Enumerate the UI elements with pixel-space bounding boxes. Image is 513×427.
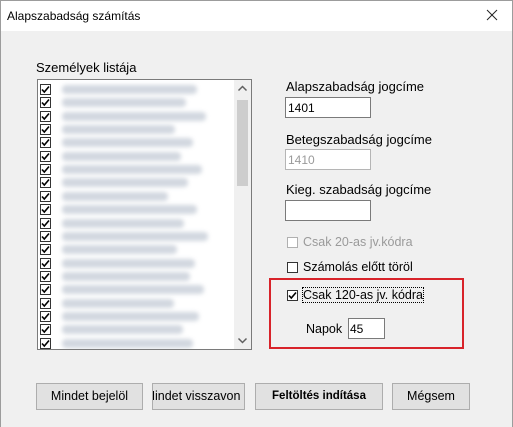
person-checkbox[interactable]	[40, 177, 51, 189]
sick-leave-code-label: Betegszabadság jogcíme	[286, 132, 432, 147]
base-leave-code-input[interactable]	[285, 97, 371, 118]
base-leave-code-label: Alapszabadság jogcíme	[286, 79, 425, 94]
list-item[interactable]	[38, 190, 234, 203]
person-name-obscured	[62, 218, 185, 228]
checkbox-box[interactable]	[287, 290, 298, 301]
persons-scrollbar[interactable]	[234, 80, 251, 349]
person-name-obscured	[62, 178, 188, 188]
list-item[interactable]	[38, 323, 234, 336]
person-name-obscured	[62, 125, 176, 135]
extra-leave-code-label: Kieg. szabadság jogcíme	[286, 182, 432, 197]
scroll-down-icon[interactable]	[234, 332, 251, 349]
person-name-obscured	[62, 205, 197, 215]
only-120-code-label: Csak 120-as jv. kódra	[302, 287, 424, 303]
title-bar: Alapszabadság számítás	[1, 1, 512, 31]
person-checkbox[interactable]	[40, 257, 51, 269]
person-checkbox[interactable]	[40, 190, 51, 202]
person-checkbox[interactable]	[40, 244, 51, 256]
person-name-obscured	[62, 138, 193, 148]
list-item[interactable]	[38, 123, 234, 136]
person-name-obscured	[62, 285, 205, 295]
person-checkbox[interactable]	[40, 337, 51, 349]
list-item[interactable]	[38, 96, 234, 109]
window-title: Alapszabadság számítás	[7, 9, 141, 23]
person-checkbox[interactable]	[40, 137, 51, 149]
person-name-obscured	[62, 111, 206, 121]
person-name-obscured	[62, 85, 197, 94]
person-checkbox[interactable]	[40, 204, 51, 216]
list-item[interactable]	[38, 270, 234, 283]
persons-list-label: Személyek listája	[36, 60, 137, 75]
person-checkbox[interactable]	[40, 150, 51, 162]
sick-leave-code-input	[285, 149, 371, 170]
person-checkbox[interactable]	[40, 97, 51, 109]
list-item[interactable]	[38, 297, 234, 310]
person-checkbox[interactable]	[40, 297, 51, 309]
person-name-obscured	[62, 311, 199, 321]
person-checkbox[interactable]	[40, 164, 51, 176]
persons-listbox[interactable]	[37, 79, 252, 350]
person-name-obscured	[62, 325, 183, 335]
person-name-obscured	[62, 258, 196, 268]
person-name-obscured	[62, 165, 202, 175]
checkbox-box[interactable]	[287, 262, 298, 273]
days-input[interactable]	[348, 318, 385, 339]
start-upload-button[interactable]: Feltöltés indítása	[255, 383, 383, 410]
only-20-code-label: Csak 20-as jv.kódra	[303, 235, 413, 249]
list-item[interactable]	[38, 176, 234, 189]
list-item[interactable]	[38, 337, 234, 349]
person-name-obscured	[62, 191, 169, 201]
delete-before-calc-label: Számolás előtt töröl	[303, 260, 413, 274]
dialog-window: Alapszabadság számítás Személyek listája…	[0, 0, 513, 427]
list-item[interactable]	[38, 110, 234, 123]
select-all-button[interactable]: Mindet bejelöl	[36, 383, 143, 410]
person-name-obscured	[62, 298, 174, 308]
list-item[interactable]	[38, 163, 234, 176]
person-name-obscured	[62, 245, 178, 255]
close-icon[interactable]	[484, 7, 500, 23]
person-checkbox[interactable]	[40, 217, 51, 229]
person-checkbox[interactable]	[40, 310, 51, 322]
person-name-obscured	[62, 231, 208, 241]
person-checkbox[interactable]	[40, 124, 51, 136]
list-item[interactable]	[38, 203, 234, 216]
days-label: Napok	[306, 322, 343, 336]
list-item[interactable]	[38, 136, 234, 149]
scroll-up-icon[interactable]	[234, 80, 251, 97]
list-item[interactable]	[38, 83, 234, 96]
list-item[interactable]	[38, 230, 234, 243]
list-item[interactable]	[38, 257, 234, 270]
list-item[interactable]	[38, 283, 234, 296]
list-item[interactable]	[38, 310, 234, 323]
person-checkbox[interactable]	[40, 84, 51, 95]
person-name-obscured	[62, 98, 187, 108]
person-checkbox[interactable]	[40, 324, 51, 336]
person-checkbox[interactable]	[40, 270, 51, 282]
person-name-obscured	[62, 338, 194, 348]
checkbox-box	[287, 237, 298, 248]
cancel-button[interactable]: Mégsem	[392, 383, 470, 410]
person-name-obscured	[62, 151, 181, 161]
person-checkbox[interactable]	[40, 230, 51, 242]
person-checkbox[interactable]	[40, 284, 51, 296]
list-item[interactable]	[38, 217, 234, 230]
deselect-all-button[interactable]: Mindet visszavon	[152, 383, 245, 410]
scroll-thumb[interactable]	[237, 100, 248, 186]
list-item[interactable]	[38, 150, 234, 163]
person-name-obscured	[62, 271, 190, 281]
list-item[interactable]	[38, 243, 234, 256]
extra-leave-code-input[interactable]	[285, 200, 371, 221]
person-checkbox[interactable]	[40, 110, 51, 122]
